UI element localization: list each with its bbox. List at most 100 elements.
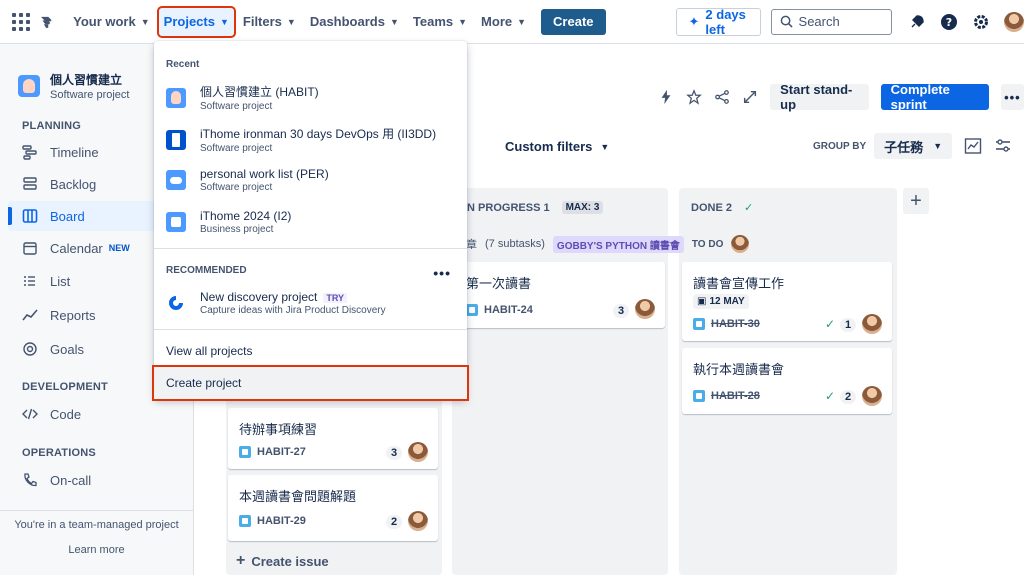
project-avatar-icon: [18, 75, 40, 97]
sidebar-item-code[interactable]: Code: [8, 399, 186, 429]
add-column-button[interactable]: +: [903, 188, 929, 214]
project-avatar-icon: [166, 87, 186, 108]
project-menu-item[interactable]: iThome ironman 30 days DevOps 用 (II3DD) S…: [166, 125, 456, 154]
project-menu-item-name: personal work list (PER): [200, 167, 329, 181]
nav-more[interactable]: More ▼: [476, 8, 531, 36]
svg-text:?: ?: [946, 16, 952, 29]
nav-projects[interactable]: Projects ▼: [156, 5, 236, 38]
create-issue-button[interactable]: + Create issue: [236, 552, 329, 570]
start-standup-button[interactable]: Start stand-up: [770, 82, 869, 112]
search-input[interactable]: Search: [770, 8, 892, 35]
automation-bolt-icon[interactable]: [658, 88, 674, 106]
nav-your-work[interactable]: Your work ▼: [68, 8, 155, 36]
fullscreen-icon[interactable]: [742, 88, 758, 106]
plus-icon: +: [236, 552, 246, 569]
swimlane-assignee-avatar[interactable]: [731, 235, 750, 253]
assignee-avatar[interactable]: [408, 442, 428, 462]
sidebar-item-label: Backlog: [50, 176, 97, 192]
project-header[interactable]: 個人習慣建立 Software project: [18, 71, 129, 101]
project-robot-icon: [166, 212, 186, 232]
recent-section-title: Recent: [166, 59, 200, 70]
help-icon[interactable]: ?: [940, 13, 958, 31]
due-date-badge: ▣ 12 MAY: [693, 294, 749, 309]
trial-button[interactable]: ✦ 2 days left: [675, 7, 761, 37]
issue-title: 待辦事項練習: [239, 422, 318, 437]
sparkle-icon: ✦: [688, 13, 700, 29]
sidebar-item-label: Goals: [50, 341, 84, 357]
search-icon: [780, 15, 793, 28]
recommended-project-name: New discovery project: [200, 290, 318, 304]
more-dots-icon[interactable]: •••: [433, 265, 451, 281]
complete-sprint-button[interactable]: Complete sprint: [880, 82, 989, 112]
top-navigation: Your work ▼ Projects ▼ Filters ▼ Dashboards…: [0, 0, 1024, 44]
column-title: DONE 2: [691, 201, 732, 214]
group-by-control: GROUP BY 子任務 ▼: [813, 133, 1012, 159]
backlog-icon: [23, 177, 37, 190]
issue-card[interactable]: 待辦事項練習 HABIT-27 3: [228, 408, 438, 469]
issue-key-text: HABIT-28: [711, 390, 760, 402]
user-avatar[interactable]: [1004, 11, 1024, 32]
sidebar-item-label: List: [50, 273, 71, 289]
project-type: Software project: [50, 89, 130, 101]
assignee-avatar[interactable]: [408, 511, 428, 531]
create-button[interactable]: Create: [541, 8, 606, 35]
app-switcher-icon[interactable]: [12, 11, 30, 33]
swimlane-header[interactable]: 章 (7 subtasks) GOBBY'S PYTHON 讀書會 TO DO: [466, 235, 750, 253]
issue-title: 執行本週讀書會: [693, 362, 785, 377]
story-points-badge: 2: [840, 390, 857, 404]
list-icon: [24, 276, 35, 286]
assignee-avatar[interactable]: [862, 386, 882, 406]
issue-card[interactable]: 讀書會宣傳工作 ▣ 12 MAY HABIT-30 ✓ 1: [682, 262, 892, 341]
insights-chart-icon[interactable]: [964, 137, 982, 155]
chevron-down-icon: ▼: [458, 16, 468, 27]
jira-logo-icon[interactable]: [38, 11, 54, 33]
swimlane-status: TO DO: [691, 238, 724, 250]
story-points-badge: 3: [386, 446, 403, 460]
code-icon: [22, 408, 38, 420]
issue-card[interactable]: 本週讀書會問題解題 HABIT-29 2: [228, 475, 438, 541]
learn-more-link[interactable]: Learn more: [0, 544, 193, 556]
star-icon[interactable]: [686, 88, 702, 106]
try-badge: TRY: [323, 293, 348, 303]
more-actions-button[interactable]: •••: [1000, 84, 1024, 110]
project-menu-item[interactable]: iThome 2024 (I2) Business project: [166, 209, 456, 235]
view-settings-icon[interactable]: [994, 137, 1012, 155]
assignee-avatar[interactable]: [862, 314, 882, 334]
done-check-icon: ✓: [743, 202, 754, 214]
nav-filters[interactable]: Filters ▼: [238, 8, 301, 36]
subtask-type-icon: [239, 446, 251, 458]
project-menu-item[interactable]: personal work list (PER) Software project: [166, 167, 456, 193]
projects-dropdown-menu: Recent 個人習慣建立 (HABIT) Software project iT…: [152, 41, 469, 401]
notification-rocket-icon[interactable]: [908, 13, 926, 31]
custom-filters-dropdown[interactable]: Custom filters ▼: [505, 139, 609, 154]
issue-card[interactable]: 執行本週讀書會 HABIT-28 ✓ 2: [682, 348, 892, 414]
issue-title: 本週讀書會問題解題: [239, 489, 357, 504]
project-menu-item-name: iThome 2024 (I2): [200, 209, 292, 223]
column-title: IN PROGRESS 1: [464, 201, 550, 214]
assignee-avatar[interactable]: [635, 299, 655, 319]
settings-gear-icon[interactable]: [972, 13, 990, 31]
project-menu-item[interactable]: 個人習慣建立 (HABIT) Software project: [166, 83, 456, 112]
issue-key-text: HABIT-24: [484, 304, 533, 316]
issue-title: 讀書會宣傳工作: [693, 276, 785, 291]
project-menu-item-type: Business project: [200, 224, 274, 235]
nav-more-label: More: [481, 14, 513, 29]
subtask-type-icon: [693, 390, 705, 402]
sidebar-item-label: Board: [50, 208, 85, 224]
new-badge: NEW: [108, 243, 130, 253]
issue-key: HABIT-24: [466, 304, 533, 316]
group-by-select[interactable]: 子任務 ▼: [874, 133, 953, 159]
menu-divider: [154, 329, 467, 330]
section-development: DEVELOPMENT: [22, 381, 108, 393]
recommended-project-item[interactable]: New discovery project TRY Capture ideas w…: [166, 290, 456, 316]
sidebar-item-label: Reports: [50, 307, 96, 323]
share-icon[interactable]: [714, 88, 730, 106]
sidebar-item-oncall[interactable]: On-call: [8, 465, 186, 495]
project-name: 個人習慣建立: [50, 73, 123, 87]
create-project-menu-item[interactable]: Create project: [152, 365, 469, 401]
issue-card[interactable]: 第一次讀書 HABIT-24 3: [455, 262, 665, 328]
view-all-projects-link[interactable]: View all projects: [166, 344, 252, 358]
nav-teams[interactable]: Teams ▼: [408, 8, 472, 36]
project-menu-item-name: 個人習慣建立 (HABIT): [200, 85, 319, 99]
nav-dashboards[interactable]: Dashboards ▼: [305, 8, 404, 36]
